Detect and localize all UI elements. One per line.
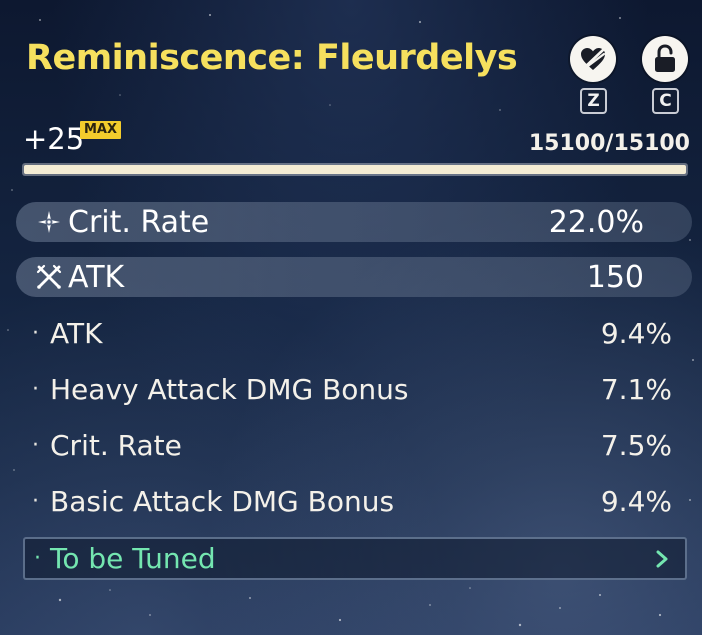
heart-slash-icon [579,46,607,72]
main-stat-value: 22.0% [548,204,644,240]
main-stat-label: ATK [68,259,125,295]
lock-hotkey: C [652,88,679,114]
main-stat-row: ATK 150 [16,257,692,297]
sub-stat-row: · Basic Attack DMG Bonus 9.4% [32,481,672,521]
sub-stat-label: Heavy Attack DMG Bonus [50,372,409,406]
sub-stat-row: · Heavy Attack DMG Bonus 7.1% [32,369,672,409]
favorite-button[interactable] [570,36,616,82]
favorite-hotkey: Z [580,88,607,114]
level-text: +25 [23,122,85,156]
exp-readout: 15100/15100 [528,131,690,156]
sub-stat-label: ATK [50,316,103,350]
sub-stat-value: 7.1% [600,372,672,406]
sub-stat-label: Basic Attack DMG Bonus [50,484,395,518]
unlock-icon [653,44,677,74]
main-stat-value: 150 [586,259,644,295]
sub-stat-value: 9.4% [600,484,672,518]
crit-star-icon [36,209,62,235]
sub-stat-row: · Crit. Rate 7.5% [32,425,672,465]
bullet: · [32,376,39,402]
to-be-tuned-button[interactable]: · To be Tuned [23,537,687,580]
max-level-badge: MAX [80,121,122,139]
main-stat-row: Crit. Rate 22.0% [16,202,692,242]
exp-progress-bar [22,163,688,176]
sub-stat-value: 7.5% [600,428,672,462]
crossed-swords-icon [36,264,62,290]
chevron-right-icon [655,550,669,572]
lock-button[interactable] [642,36,688,82]
sub-stat-label: Crit. Rate [50,428,182,462]
tune-label: To be Tuned [50,542,216,575]
sub-stat-value: 9.4% [600,316,672,350]
bullet: · [32,320,39,346]
sub-stat-row: · ATK 9.4% [32,313,672,353]
exp-progress-fill [24,165,686,174]
bullet: · [32,488,39,514]
bullet: · [34,546,41,571]
main-stat-label: Crit. Rate [68,204,210,240]
bullet: · [32,432,39,458]
echo-title: Reminiscence: Fleurdelys [26,38,518,78]
